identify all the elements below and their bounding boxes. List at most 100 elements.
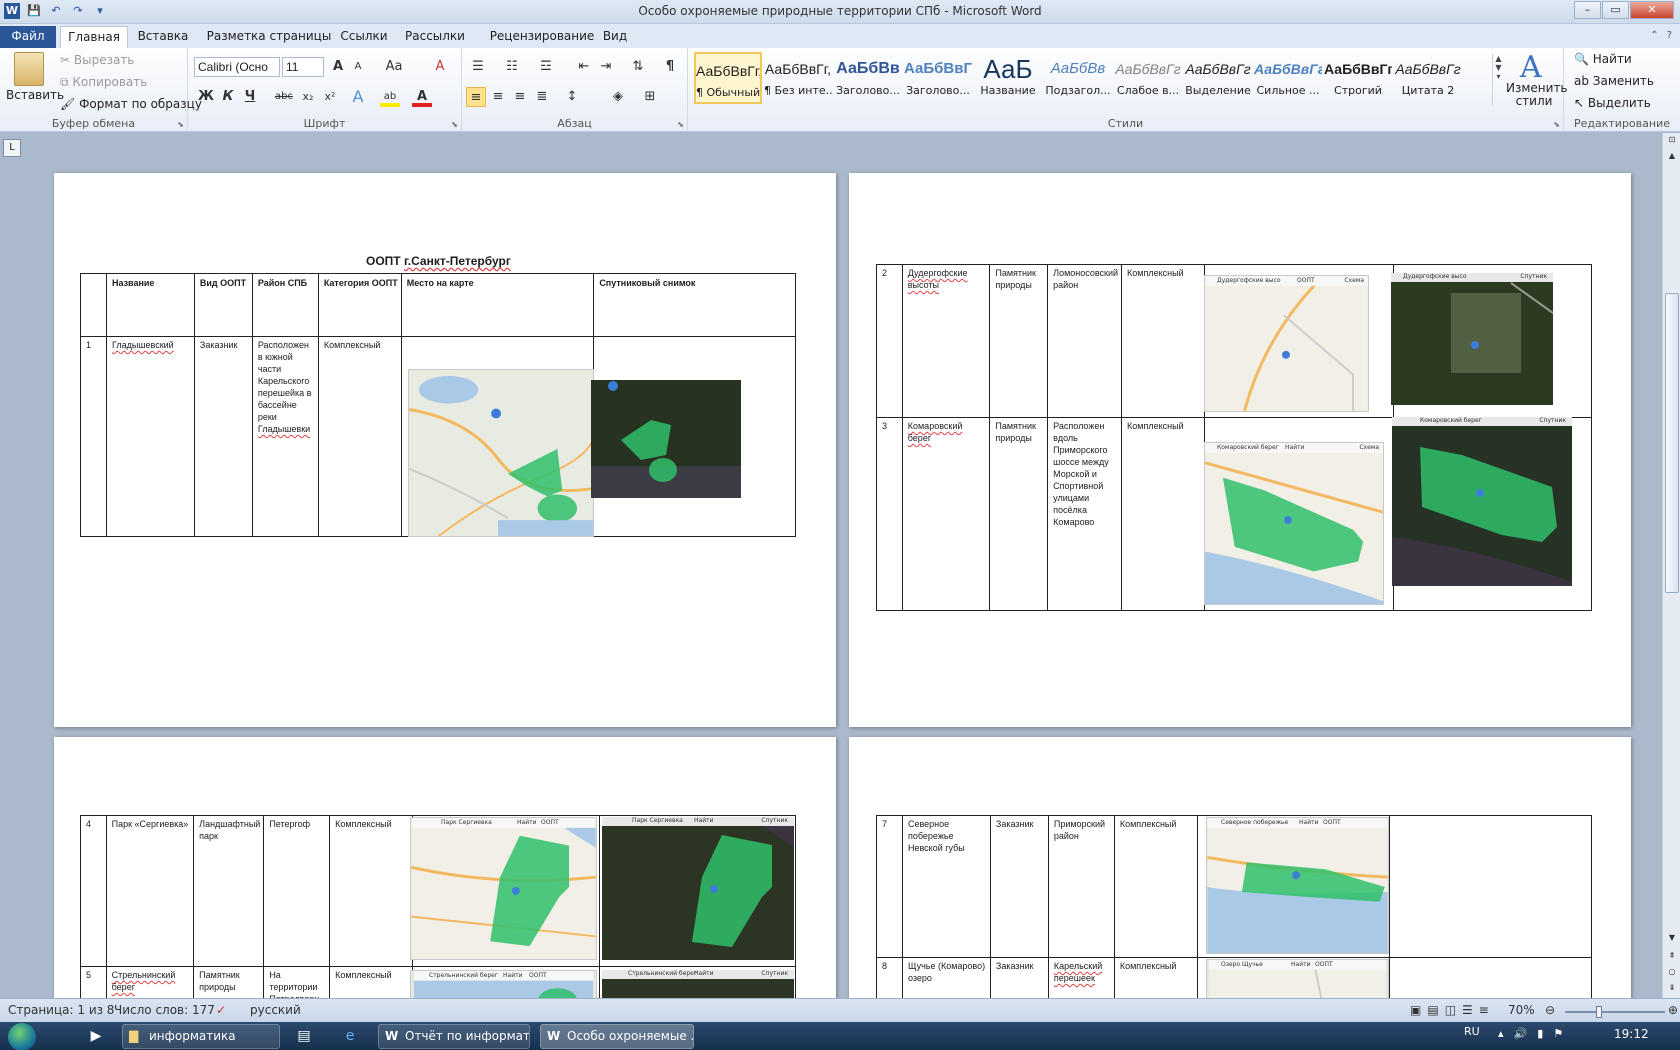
page-4[interactable]: 7 Северное побережье Невской губы Заказн… (849, 737, 1631, 998)
scroll-down-icon[interactable]: ▼ (1666, 933, 1678, 945)
style-no-spacing[interactable]: АаБбВвГг, ¶ Без инте... (764, 52, 832, 104)
style-subtitle[interactable]: АаБбВв Подзагол... (1044, 52, 1112, 104)
decrease-indent-icon[interactable]: ⇤ (574, 57, 594, 77)
multilevel-list-icon[interactable]: ☲ (536, 57, 556, 77)
full-screen-icon[interactable]: ▤ (1427, 1003, 1438, 1017)
align-left-icon[interactable]: ≡ (466, 87, 486, 107)
minimize-ribbon-icon[interactable]: ⌃ (1650, 30, 1658, 41)
replace-button[interactable]: Заменить (1593, 74, 1654, 88)
zoom-in-icon[interactable]: ⊕ (1668, 1003, 1678, 1017)
page-1[interactable]: ООПТ г.Санкт-Петербург Название Вид ООПТ… (54, 173, 836, 727)
strikethrough-icon[interactable]: abc (272, 87, 296, 107)
language-bar[interactable]: RU (1464, 1025, 1480, 1038)
sort-icon[interactable]: ⇅ (628, 57, 648, 77)
underline-icon[interactable]: Ч (240, 87, 260, 107)
styles-scroll-icon[interactable]: ▲ ▼ ▾ (1492, 54, 1504, 106)
web-layout-icon[interactable]: ◫ (1445, 1003, 1456, 1017)
browse-object-icon[interactable]: ○ (1666, 967, 1678, 979)
select-button[interactable]: Выделить (1588, 96, 1651, 110)
clear-formatting-icon[interactable]: A (430, 57, 450, 77)
zoom-level[interactable]: 70% (1508, 1003, 1535, 1017)
font-name-combo[interactable]: Calibri (Осно (194, 57, 280, 77)
bullets-icon[interactable]: ☰ (468, 57, 488, 77)
zoom-slider-thumb[interactable] (1596, 1006, 1603, 1018)
line-spacing-icon[interactable]: ↕ (562, 87, 582, 107)
justify-icon[interactable]: ≣ (532, 87, 552, 107)
tab-insert[interactable]: Вставка (134, 26, 192, 48)
change-case-icon[interactable]: Aa (380, 57, 408, 77)
highlight-icon[interactable]: ab (380, 87, 400, 107)
style-subtle-emphasis[interactable]: АаБбВвГг Слабое в... (1114, 52, 1182, 104)
shrink-font-icon[interactable]: A (348, 57, 368, 77)
draft-icon[interactable]: ≡ (1479, 1003, 1489, 1017)
grow-font-icon[interactable]: A (328, 57, 348, 77)
paste-button[interactable]: Вставить (6, 88, 64, 102)
find-button[interactable]: Найти (1593, 52, 1632, 66)
tab-file[interactable]: Файл (0, 26, 56, 48)
change-styles-button-line2[interactable]: стили (1516, 94, 1553, 108)
tab-home[interactable]: Главная (60, 26, 128, 48)
page-3[interactable]: 4 Парк «Сергиевка» Ландшафтный парк Пете… (54, 737, 836, 998)
format-painter-button[interactable]: Формат по образцу (79, 97, 202, 111)
style-heading-1[interactable]: АаБбВв Заголово... (834, 52, 902, 104)
ruler-toggle-icon[interactable]: ⊡ (1666, 135, 1678, 147)
borders-icon[interactable]: ⊞ (640, 87, 660, 107)
maximize-button[interactable]: ▭ (1602, 1, 1629, 19)
scroll-up-icon[interactable]: ▲ (1666, 151, 1678, 163)
style-quote-2[interactable]: АаБбВвГг Цитата 2 (1394, 52, 1462, 104)
font-size-combo[interactable]: 11 (282, 57, 324, 77)
superscript-icon[interactable]: x² (320, 87, 340, 107)
notepad-icon[interactable]: ▤ (290, 1024, 318, 1049)
bold-icon[interactable]: Ж (196, 87, 216, 107)
help-icon[interactable]: ? (1667, 30, 1672, 41)
paragraph-launcher-icon[interactable]: ⬊ (677, 120, 684, 129)
close-button[interactable]: ✕ (1630, 1, 1674, 19)
taskbar-item-oopt[interactable]: W Особо охроняемые ... (540, 1024, 694, 1049)
vertical-scrollbar[interactable]: ⊡ ▲ ▼ ⇞ ○ ⇟ (1662, 133, 1680, 998)
shading-icon[interactable]: ◈ (608, 87, 628, 107)
style-emphasis[interactable]: АаБбВвГг Выделение (1184, 52, 1252, 104)
zoom-slider[interactable] (1565, 1006, 1665, 1018)
text-effects-icon[interactable]: A (348, 87, 368, 107)
increase-indent-icon[interactable]: ⇥ (596, 57, 616, 77)
change-styles-icon[interactable]: A (1520, 50, 1542, 85)
tab-page-layout[interactable]: Разметка страницы (204, 26, 334, 48)
styles-launcher-icon[interactable]: ⬊ (1553, 120, 1560, 129)
font-color-icon[interactable]: A (412, 87, 432, 107)
flag-icon[interactable]: ⚑ (1553, 1027, 1563, 1040)
copy-button[interactable]: Копировать (72, 75, 147, 89)
tab-review[interactable]: Рецензирование (480, 26, 604, 48)
show-hidden-icons-icon[interactable]: ▴ (1498, 1027, 1504, 1040)
change-styles-button[interactable]: Изменить (1506, 81, 1568, 95)
align-right-icon[interactable]: ≡ (510, 87, 530, 107)
clock[interactable]: 19:12 (1614, 1027, 1649, 1041)
tab-view[interactable]: Вид (602, 26, 628, 48)
align-center-icon[interactable]: ≡ (488, 87, 508, 107)
italic-icon[interactable]: К (218, 87, 238, 107)
proofing-icon[interactable]: ✓ (216, 1003, 226, 1017)
tab-references[interactable]: Ссылки (338, 26, 390, 48)
volume-icon[interactable]: 🔊 (1514, 1027, 1528, 1040)
style-title[interactable]: АаБ Название (974, 52, 1042, 104)
tab-mailings[interactable]: Рассылки (402, 26, 468, 48)
next-page-icon[interactable]: ⇟ (1666, 983, 1678, 995)
word-count[interactable]: Число слов: 177 (114, 1003, 215, 1017)
start-button[interactable] (8, 1023, 36, 1050)
numbering-icon[interactable]: ☷ (502, 57, 522, 77)
page-count[interactable]: Страница: 1 из 8 (8, 1003, 114, 1017)
outline-icon[interactable]: ☰ (1462, 1003, 1473, 1017)
media-player-icon[interactable]: ▶ (82, 1024, 110, 1049)
page-2[interactable]: 2 Дудергофские высоты Памятник природы Л… (849, 173, 1631, 727)
style-normal[interactable]: АаБбВвГг, ¶ Обычный (694, 52, 762, 104)
cut-button[interactable]: Вырезать (74, 53, 135, 67)
taskbar-item-explorer[interactable]: ▇ информатика (122, 1024, 280, 1049)
style-strong[interactable]: АаБбВвГг, Строгий (1324, 52, 1392, 104)
print-layout-icon[interactable]: ▣ (1410, 1003, 1421, 1017)
show-marks-icon[interactable]: ¶ (660, 57, 680, 77)
zoom-out-icon[interactable]: ⊖ (1545, 1003, 1555, 1017)
language-indicator[interactable]: русский (250, 1003, 301, 1017)
style-intense-emphasis[interactable]: АаБбВвГг Сильное ... (1254, 52, 1322, 104)
font-launcher-icon[interactable]: ⬊ (451, 120, 458, 129)
previous-page-icon[interactable]: ⇞ (1666, 951, 1678, 963)
taskbar-item-report[interactable]: W Отчёт по информат... (378, 1024, 530, 1049)
